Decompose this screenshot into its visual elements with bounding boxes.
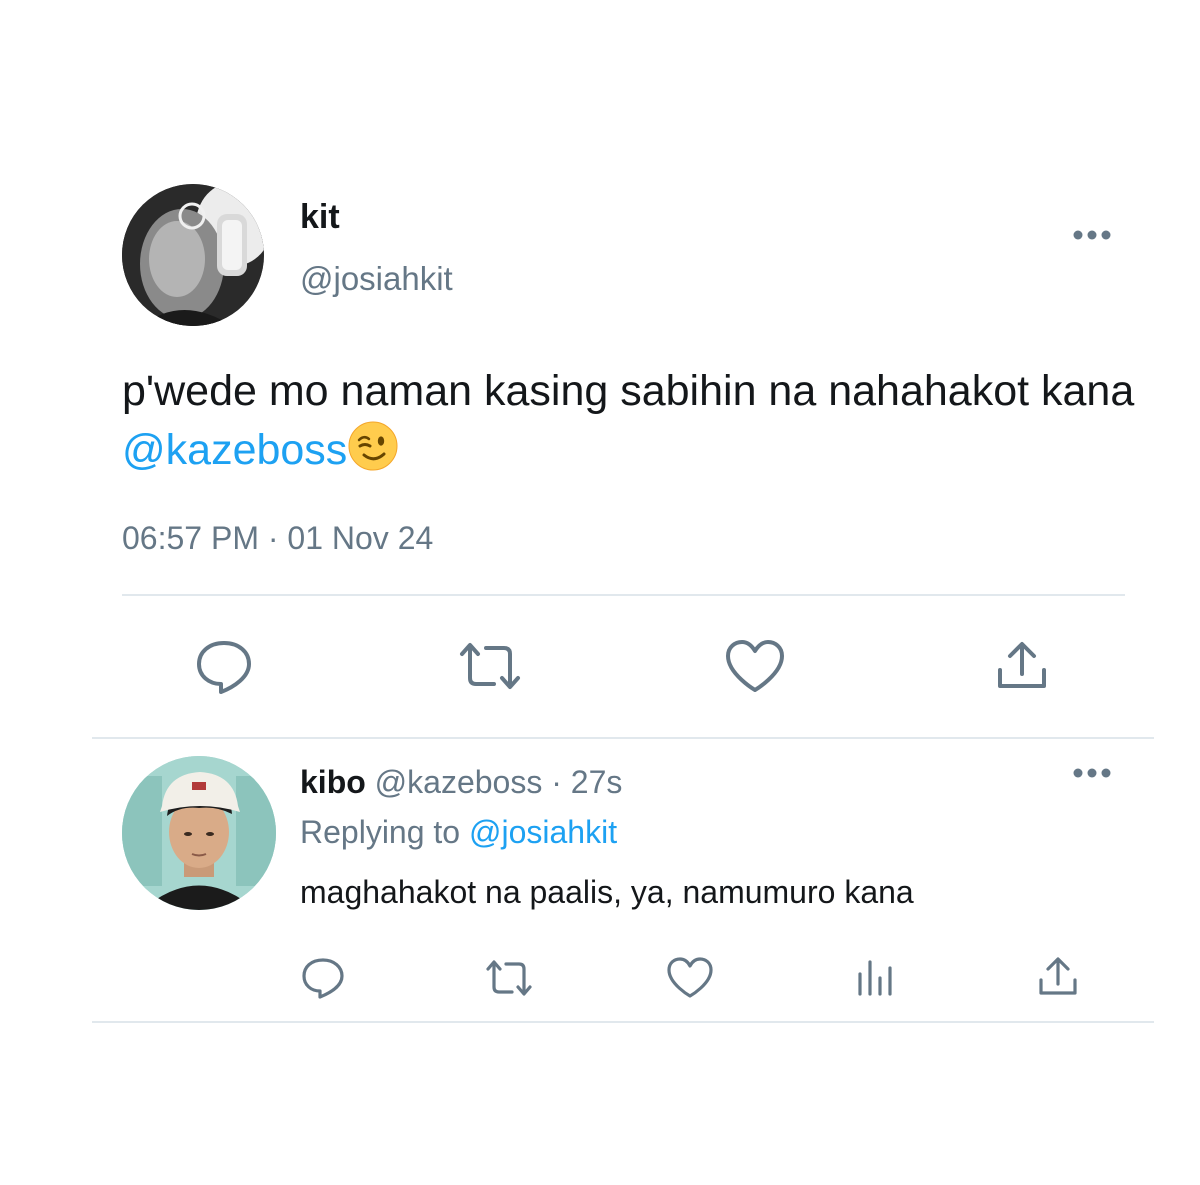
profile-photo [122, 184, 264, 326]
reply-header: kibo @kazeboss · 27s [300, 764, 622, 801]
divider [92, 737, 1154, 739]
share-icon[interactable] [994, 636, 1050, 692]
reply-icon[interactable] [300, 956, 346, 1000]
profile-photo [122, 756, 276, 910]
avatar[interactable] [122, 756, 276, 910]
analytics-icon[interactable] [854, 956, 896, 998]
like-icon[interactable] [666, 956, 714, 1000]
user-handle[interactable]: @josiahkit [300, 260, 453, 298]
tweet-body: p'wede mo naman kasing sabihin na nahaha… [122, 367, 1135, 415]
tweet-time-ago[interactable]: · 27s [551, 764, 622, 800]
divider [92, 1021, 1154, 1023]
display-name[interactable]: kibo [300, 764, 366, 800]
tweet-text: p'wede mo naman kasing sabihin na nahaha… [122, 362, 1162, 479]
tweet-timestamp[interactable]: 06:57 PM · 01 Nov 24 [122, 520, 433, 557]
wink-emoji-icon [347, 420, 399, 472]
more-horizontal-icon[interactable] [1072, 766, 1112, 784]
user-handle[interactable]: @kazeboss [375, 764, 543, 800]
replying-to-label: Replying to [300, 814, 461, 850]
more-horizontal-icon[interactable] [1072, 218, 1112, 246]
retweet-icon[interactable] [454, 640, 526, 692]
like-icon[interactable] [724, 638, 786, 694]
tweet-text: maghahakot na paalis, ya, namumuro kana [300, 874, 914, 910]
mention-link[interactable]: @kazeboss [122, 426, 347, 474]
replying-to-link[interactable]: @josiahkit [469, 814, 617, 850]
divider [122, 594, 1125, 596]
reply-icon[interactable] [194, 638, 254, 696]
avatar[interactable] [122, 184, 264, 326]
share-icon[interactable] [1036, 954, 1080, 998]
display-name[interactable]: kit [300, 198, 340, 237]
replying-to: Replying to @josiahkit [300, 814, 617, 851]
retweet-icon[interactable] [482, 958, 536, 998]
